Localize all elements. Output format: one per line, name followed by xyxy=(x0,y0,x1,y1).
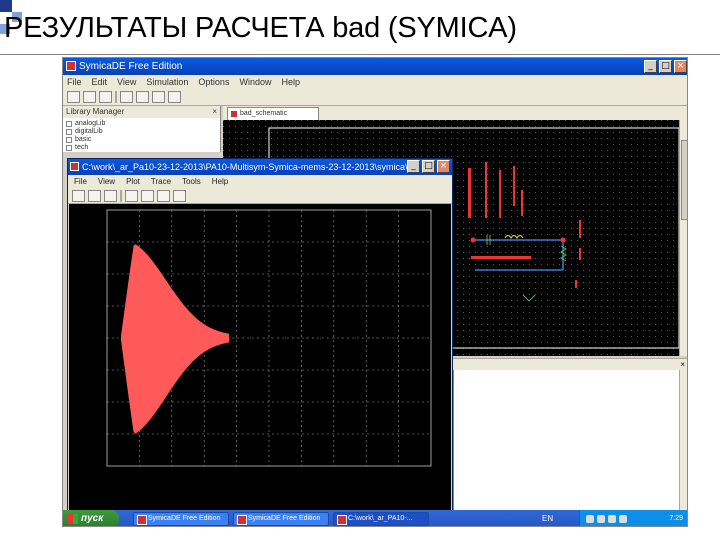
plot-menu-view[interactable]: View xyxy=(98,175,115,188)
plot-toolbar xyxy=(68,188,452,204)
language-indicator[interactable]: EN xyxy=(542,510,553,526)
schematic-scrollbar[interactable] xyxy=(679,120,687,356)
title-divider xyxy=(0,54,720,55)
output-close-icon[interactable]: × xyxy=(680,360,685,369)
waveform-chart xyxy=(69,204,451,513)
plot-menu-plot[interactable]: Plot xyxy=(126,175,140,188)
maximize-button[interactable]: □ xyxy=(659,60,672,73)
menu-window[interactable]: Window xyxy=(239,75,271,89)
panel-header: Library Manager × xyxy=(63,106,220,118)
tab-schematic[interactable]: bad_schematic xyxy=(227,107,319,120)
expand-icon[interactable] xyxy=(66,129,72,135)
plot-close-button[interactable]: × xyxy=(437,160,450,173)
menu-help[interactable]: Help xyxy=(281,75,300,89)
save-icon[interactable] xyxy=(99,91,112,103)
plot-maximize-button[interactable]: □ xyxy=(422,160,435,173)
schematic-tabbar: bad_schematic xyxy=(223,106,687,120)
window-icon[interactable] xyxy=(120,91,133,103)
grid-icon[interactable] xyxy=(157,190,170,202)
plot-app-icon xyxy=(70,162,79,171)
layout-icon[interactable] xyxy=(168,91,181,103)
close-button[interactable]: × xyxy=(674,60,687,73)
marker-icon[interactable] xyxy=(141,190,154,202)
tray-icon[interactable] xyxy=(586,515,594,523)
ide-titlebar[interactable]: SymicaDE Free Edition _ □ × xyxy=(63,58,687,75)
system-tray: EN 7:29 xyxy=(542,510,687,526)
library-tree: analogLib digitalLib basic tech xyxy=(63,118,220,154)
panel-close-icon[interactable]: × xyxy=(212,106,217,118)
panel-title: Library Manager xyxy=(66,107,125,116)
slide-title: РЕЗУЛЬТАТЫ РАСЧЕТА bad (SYMICA) xyxy=(4,12,517,44)
cascade-icon[interactable] xyxy=(152,91,165,103)
tree-item[interactable]: digitalLib xyxy=(66,128,217,136)
menu-view[interactable]: View xyxy=(117,75,136,89)
plot-minimize-button[interactable]: _ xyxy=(407,160,420,173)
expand-icon[interactable] xyxy=(66,121,72,127)
zoom-in-icon[interactable] xyxy=(72,190,85,202)
menu-edit[interactable]: Edit xyxy=(92,75,108,89)
plot-titlebar[interactable]: C:\work\_ar_Pa10-23-12-2013\PA10-Multisy… xyxy=(68,159,452,175)
zoom-fit-icon[interactable] xyxy=(104,190,117,202)
toolbar-separator xyxy=(120,190,122,202)
minimize-button[interactable]: _ xyxy=(644,60,657,73)
expand-icon[interactable] xyxy=(66,145,72,151)
plot-menubar: File View Plot Trace Tools Help xyxy=(68,175,452,188)
menu-file[interactable]: File xyxy=(67,75,82,89)
plot-window-buttons: _ □ × xyxy=(407,160,450,173)
plot-menu-tools[interactable]: Tools xyxy=(182,175,201,188)
output-scrollbar[interactable] xyxy=(679,370,687,510)
desktop-screenshot: SymicaDE Free Edition _ □ × File Edit Vi… xyxy=(62,57,688,527)
tray-icon[interactable] xyxy=(608,515,616,523)
plot-menu-trace[interactable]: Trace xyxy=(151,175,171,188)
tray-icon[interactable] xyxy=(619,515,627,523)
print-icon[interactable] xyxy=(173,190,186,202)
ide-toolbar xyxy=(63,89,687,106)
clock: 7:29 xyxy=(669,515,683,522)
scrollbar-thumb[interactable] xyxy=(681,140,687,220)
taskbar-item-active[interactable]: C:\work\_ar_PA10-... xyxy=(333,512,429,526)
tree-item[interactable]: tech xyxy=(66,144,217,152)
start-button[interactable]: пуск xyxy=(63,510,119,526)
tree-item[interactable]: basic xyxy=(66,136,217,144)
app-icon xyxy=(66,61,76,71)
toolbar-separator xyxy=(115,91,117,103)
new-icon[interactable] xyxy=(67,91,80,103)
plot-menu-file[interactable]: File xyxy=(74,175,87,188)
menu-options[interactable]: Options xyxy=(198,75,229,89)
output-pane-header: × xyxy=(453,358,687,370)
expand-icon[interactable] xyxy=(66,137,72,143)
ide-menubar: File Edit View Simulation Options Window… xyxy=(63,75,687,89)
slide: РЕЗУЛЬТАТЫ РАСЧЕТА bad (SYMICA) SymicaDE… xyxy=(0,0,720,540)
ide-window-buttons: _ □ × xyxy=(644,60,687,73)
cursor-icon[interactable] xyxy=(125,190,138,202)
taskbar: пуск SymicaDE Free Edition SymicaDE Free… xyxy=(63,510,687,526)
plot-title: C:\work\_ar_Pa10-23-12-2013\PA10-Multisy… xyxy=(82,162,415,172)
taskbar-item[interactable]: SymicaDE Free Edition xyxy=(233,512,329,526)
plot-canvas[interactable] xyxy=(69,204,451,513)
plot-window: C:\work\_ar_Pa10-23-12-2013\PA10-Multisy… xyxy=(67,158,453,513)
tile-icon[interactable] xyxy=(136,91,149,103)
tree-item[interactable]: analogLib xyxy=(66,120,217,128)
output-pane xyxy=(453,370,687,510)
zoom-out-icon[interactable] xyxy=(88,190,101,202)
menu-simulation[interactable]: Simulation xyxy=(146,75,188,89)
tray-icons xyxy=(586,515,627,523)
plot-menu-help[interactable]: Help xyxy=(212,175,228,188)
ide-title: SymicaDE Free Edition xyxy=(79,61,183,72)
library-manager-panel: Library Manager × analogLib digitalLib b… xyxy=(63,106,221,152)
tray-icon[interactable] xyxy=(597,515,605,523)
taskbar-item[interactable]: SymicaDE Free Edition xyxy=(133,512,229,526)
open-icon[interactable] xyxy=(83,91,96,103)
